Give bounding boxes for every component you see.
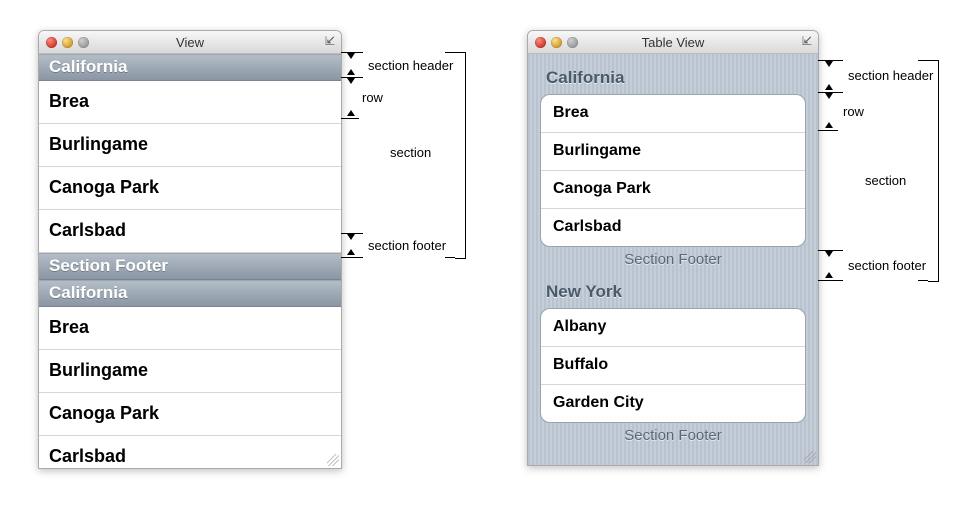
- table-row[interactable]: Burlingame: [39, 350, 341, 393]
- table-row[interactable]: Brea: [39, 307, 341, 350]
- table-row[interactable]: Buffalo: [541, 347, 805, 385]
- table-row[interactable]: Carlsbad: [39, 210, 341, 253]
- table-row[interactable]: Garden City: [541, 385, 805, 422]
- anno-row: row: [843, 104, 864, 119]
- section-footer: Section Footer: [540, 423, 806, 452]
- anno-section-header: section header: [368, 58, 453, 73]
- section-header: California: [39, 280, 341, 307]
- table-row[interactable]: Brea: [39, 81, 341, 124]
- section-footer: Section Footer: [540, 247, 806, 276]
- plain-table-content[interactable]: California Brea Burlingame Canoga Park C…: [39, 54, 341, 469]
- table-row[interactable]: Canoga Park: [541, 171, 805, 209]
- traffic-lights: [46, 37, 89, 48]
- titlebar[interactable]: Table View ⇲: [528, 31, 818, 54]
- toolbar-toggle-icon[interactable]: ⇲: [325, 34, 335, 48]
- table-row[interactable]: Carlsbad: [541, 209, 805, 246]
- table-row[interactable]: Carlsbad: [39, 436, 341, 469]
- grouped-table-window: Table View ⇲ California Brea Burlingame …: [527, 30, 819, 466]
- table-row[interactable]: Burlingame: [39, 124, 341, 167]
- anno-section-header: section header: [848, 68, 933, 83]
- anno-section-footer: section footer: [848, 258, 926, 273]
- resize-grip-icon[interactable]: [804, 451, 816, 463]
- minimize-icon[interactable]: [551, 37, 562, 48]
- anno-row: row: [362, 90, 383, 105]
- diagram-stage: View ⇲ California Brea Burlingame Canoga…: [0, 0, 969, 522]
- anno-section: section: [865, 173, 906, 188]
- table-row[interactable]: Brea: [541, 95, 805, 133]
- table-row[interactable]: Albany: [541, 309, 805, 347]
- zoom-icon[interactable]: [78, 37, 89, 48]
- table-row[interactable]: Canoga Park: [39, 393, 341, 436]
- section-header: New York: [540, 276, 806, 308]
- minimize-icon[interactable]: [62, 37, 73, 48]
- grouped-card: Brea Burlingame Canoga Park Carlsbad: [540, 94, 806, 247]
- plain-table-window: View ⇲ California Brea Burlingame Canoga…: [38, 30, 342, 469]
- grouped-card: Albany Buffalo Garden City: [540, 308, 806, 423]
- traffic-lights: [535, 37, 578, 48]
- close-icon[interactable]: [46, 37, 57, 48]
- table-row[interactable]: Burlingame: [541, 133, 805, 171]
- section-header: California: [39, 54, 341, 81]
- toolbar-toggle-icon[interactable]: ⇲: [802, 34, 812, 48]
- anno-section-footer: section footer: [368, 238, 446, 253]
- grouped-table-content[interactable]: California Brea Burlingame Canoga Park C…: [528, 54, 818, 466]
- section-header: California: [540, 62, 806, 94]
- close-icon[interactable]: [535, 37, 546, 48]
- section-footer: Section Footer: [39, 253, 341, 280]
- zoom-icon[interactable]: [567, 37, 578, 48]
- resize-grip-icon[interactable]: [327, 454, 339, 466]
- anno-section: section: [390, 145, 431, 160]
- table-row[interactable]: Canoga Park: [39, 167, 341, 210]
- titlebar[interactable]: View ⇲: [39, 31, 341, 54]
